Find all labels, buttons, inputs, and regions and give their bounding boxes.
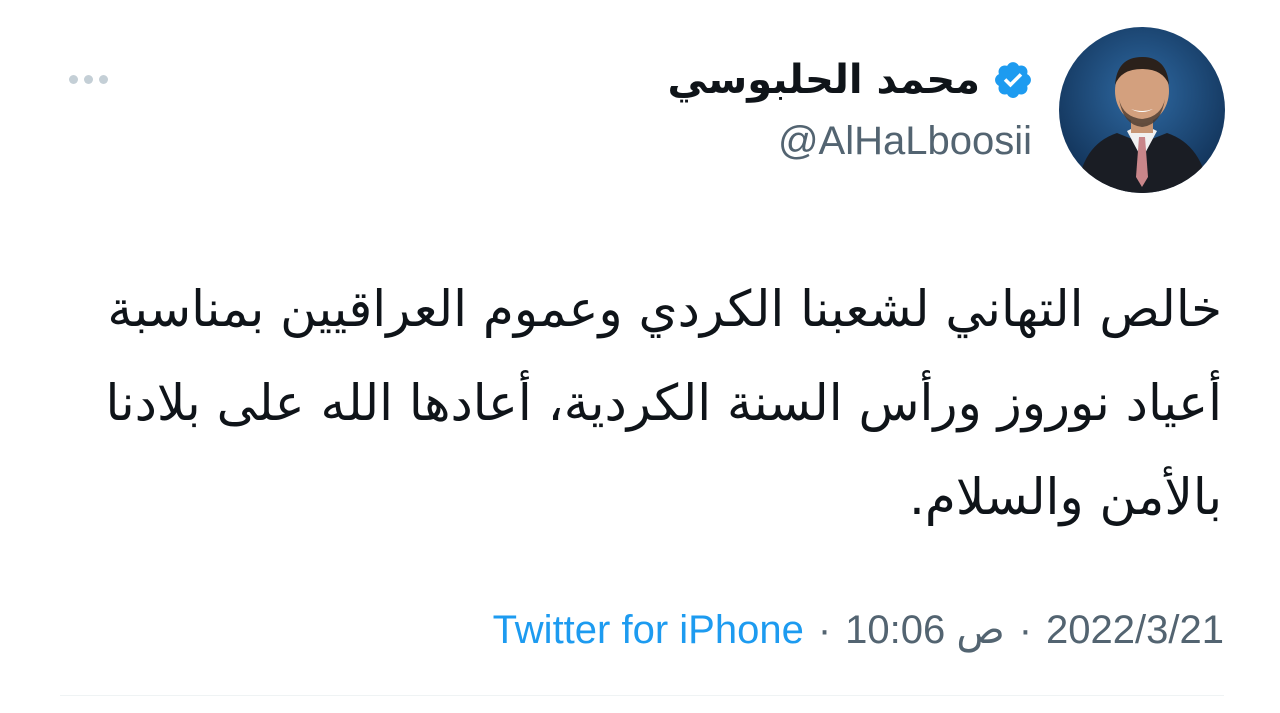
meta-separator: · bbox=[817, 607, 832, 652]
tweet-time[interactable]: 10:06 ص bbox=[845, 607, 1005, 653]
meta-separator: · bbox=[1018, 607, 1033, 652]
more-options-icon bbox=[68, 74, 78, 84]
tweet-meta: 2022/3/21 · 10:06 ص · Twitter for iPhone bbox=[493, 602, 1224, 658]
profile-photo-icon bbox=[1059, 27, 1225, 193]
more-options-icon-dot bbox=[98, 74, 108, 84]
tweet-text: خالص التهاني لشعبنا الكردي وعموم العراقي… bbox=[105, 280, 1222, 526]
author-display-name[interactable]: محمد الحلبوسي bbox=[667, 50, 980, 110]
author-name-row: محمد الحلبوسي bbox=[667, 50, 1034, 110]
divider bbox=[60, 695, 1224, 696]
avatar[interactable] bbox=[1059, 27, 1225, 193]
tweet-card: محمد الحلبوسي @AlHaLboosii خالص التهاني … bbox=[0, 0, 1280, 713]
verified-badge-icon bbox=[995, 62, 1031, 98]
tweet-date[interactable]: 2022/3/21 bbox=[1046, 608, 1224, 653]
tweet-source-link[interactable]: Twitter for iPhone bbox=[493, 608, 804, 653]
more-options-button[interactable] bbox=[60, 62, 116, 96]
more-options-icon-dot bbox=[83, 74, 93, 84]
author-handle[interactable]: @AlHaLboosii bbox=[778, 115, 1032, 167]
